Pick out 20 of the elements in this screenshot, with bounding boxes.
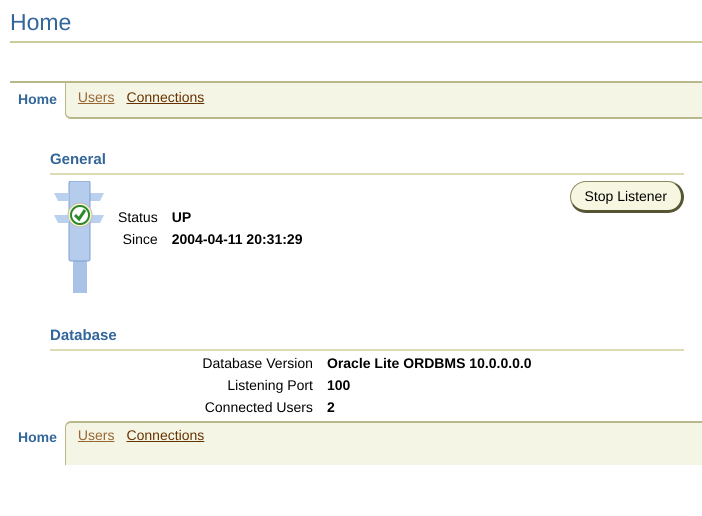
field-label: Database Version (201, 355, 313, 371)
section-heading: Database (50, 325, 684, 351)
field-value: 2 (326, 399, 336, 415)
page-title: Home (10, 6, 702, 43)
section-heading: General (50, 149, 684, 175)
tab-link[interactable]: Users (78, 89, 114, 105)
tab-link[interactable]: Users (78, 427, 114, 443)
field-value: 2004-04-11 20:31:29 (172, 231, 302, 247)
field-label: Since (122, 231, 158, 247)
tab[interactable]: Home (10, 421, 65, 465)
tab-link[interactable]: Connections (126, 89, 204, 105)
tab[interactable]: Home (10, 83, 65, 119)
field-label: Status (118, 209, 158, 225)
field-value: 100 (326, 377, 352, 393)
field-value: Oracle Lite ORDBMS 10.0.0.0.0 (326, 355, 533, 371)
tab-link[interactable]: Connections (126, 427, 204, 443)
field-value: UP (172, 209, 192, 225)
field-label: Listening Port (226, 377, 313, 393)
stop-listener-button[interactable]: Stop Listener (570, 181, 684, 213)
field-label: Connected Users (204, 399, 313, 415)
